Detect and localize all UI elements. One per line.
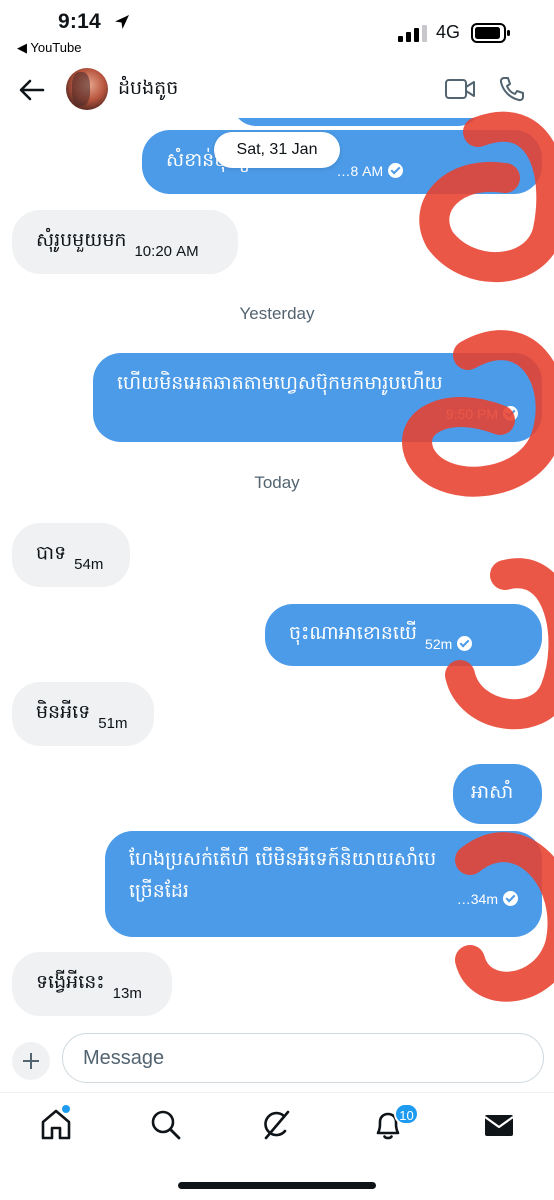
home-indicator [178, 1182, 376, 1189]
message-time: 13m [112, 985, 142, 1002]
message-bubble-partial[interactable] [232, 118, 482, 126]
location-arrow-icon [115, 15, 129, 29]
message-time: 54m [74, 556, 104, 573]
plus-icon[interactable] [12, 1042, 50, 1080]
status-bar: 9:14 ◀ YouTube 4G [0, 0, 554, 62]
grok-icon[interactable] [258, 1107, 294, 1143]
message-time: 51m [98, 715, 128, 732]
message-text: ហើយមិនអេតឆាតតាមហ្វេសប៊ុកមកមារូបហើយ [117, 372, 443, 394]
phone-call-icon[interactable] [498, 75, 526, 103]
contact-name[interactable]: ដំបងតូច [118, 76, 178, 104]
message-bubble-outgoing[interactable]: ហើយមិនអេតឆាតតាមហ្វេសប៊ុកមកមារូបហើយ 9:50 … [93, 353, 542, 442]
message-bubble-incoming[interactable]: មិនអីទេ 51m [12, 682, 154, 746]
search-icon[interactable] [148, 1107, 184, 1143]
message-composer [0, 1030, 554, 1090]
conversation-header: ដំបងតូច [0, 62, 554, 118]
video-call-icon[interactable] [444, 76, 476, 102]
message-time: …8 AM [336, 163, 404, 179]
message-text: អាសាំ [471, 781, 514, 803]
message-input[interactable] [62, 1033, 544, 1083]
message-time: 52m [425, 636, 473, 652]
battery-icon [471, 23, 510, 43]
message-text: សុំរូបមួយមក [36, 229, 127, 251]
message-bubble-outgoing[interactable]: ចុះណាអាខោនយើ 52m [265, 604, 542, 666]
message-bubble-outgoing[interactable]: អាសាំ [453, 764, 542, 824]
date-separator: Today [254, 473, 300, 492]
home-notification-dot [62, 1105, 70, 1113]
back-to-app-link[interactable]: ◀ YouTube [17, 40, 81, 56]
message-text-line: ហែងប្រសក់តើហី បើមិនអីទេក៍និយាយសាំបេ [129, 848, 437, 870]
envelope-icon[interactable] [481, 1107, 517, 1143]
message-bubble-incoming[interactable]: បាទ 54m [12, 523, 130, 587]
message-bubble-incoming[interactable]: សុំរូបមួយមក 10:20 AM [12, 210, 238, 274]
message-time: 10:20 AM [134, 243, 199, 260]
message-bubble-outgoing[interactable]: សំខាន់ប៉ុនឿមកអេតទៅ…8 AM [142, 130, 542, 194]
read-check-icon [388, 163, 404, 178]
message-text: ទង្វើអីនេះ [36, 971, 105, 993]
status-time: 9:14 [58, 10, 101, 33]
message-time: 9:50 PM [446, 406, 518, 422]
message-text: ចុះណាអាខោនយើ [289, 622, 418, 644]
read-check-icon [503, 891, 518, 906]
message-text: បាទ [36, 542, 67, 564]
date-separator: Yesterday [239, 304, 315, 323]
floating-date-pill: Sat, 31 Jan [214, 132, 340, 168]
network-type: 4G [436, 22, 461, 42]
message-bubble-outgoing[interactable]: ហែងប្រសក់តើហី បើមិនអីទេក៍និយាយសាំបេ ច្រើ… [105, 831, 542, 937]
message-text-line: ច្រើនដែរ [129, 880, 189, 902]
arrow-left-icon[interactable] [16, 74, 48, 106]
read-check-icon [457, 636, 473, 651]
read-check-icon [503, 406, 518, 421]
avatar[interactable] [66, 68, 108, 110]
message-text: មិនអីទេ [36, 701, 91, 723]
notification-badge: 10 [394, 1103, 419, 1125]
message-time: …34m [457, 883, 518, 915]
message-bubble-incoming[interactable]: ទង្វើអីនេះ 13m [12, 952, 172, 1016]
signal-bars-icon [398, 25, 427, 42]
message-list[interactable]: Sat, 31 Jan សំខាន់ប៉ុនឿមកអេតទៅ…8 AM សុំរ… [0, 118, 554, 1028]
home-icon[interactable] [38, 1107, 74, 1143]
